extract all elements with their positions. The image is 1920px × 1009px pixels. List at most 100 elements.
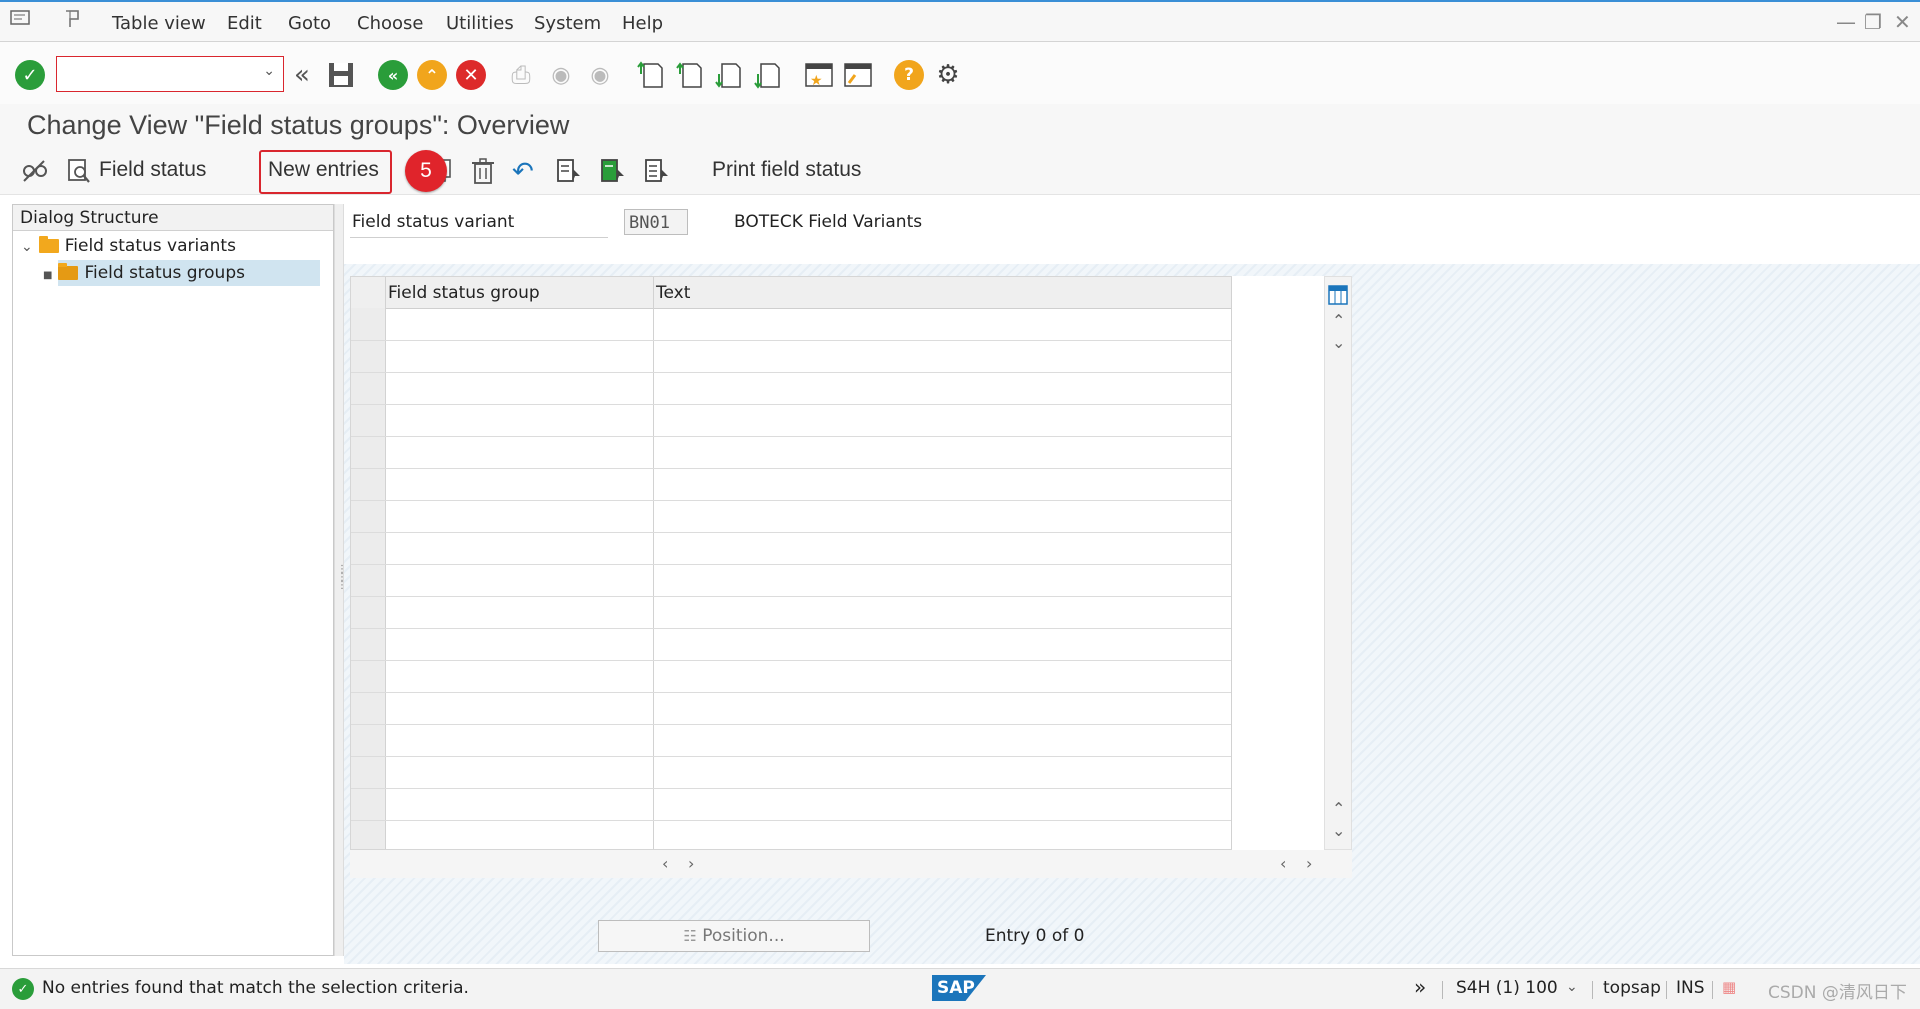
- expand-status-icon[interactable]: »: [1414, 975, 1426, 999]
- tree-item-label: Field status variants: [64, 236, 236, 256]
- menu-system[interactable]: System: [534, 13, 601, 34]
- table-row[interactable]: [351, 788, 1231, 789]
- table-row[interactable]: [351, 500, 1231, 501]
- table-row[interactable]: [351, 820, 1231, 821]
- table-vertical-scrollbar[interactable]: ⌃ ⌄ ⌃ ⌄: [1324, 276, 1352, 850]
- column-header-field-status-group[interactable]: Field status group: [388, 283, 540, 303]
- field-status-groups-table: Field status group Text: [350, 276, 1232, 850]
- separator: [1666, 981, 1667, 999]
- content-header-band: [344, 196, 1920, 264]
- scroll-up-bottom-icon[interactable]: ⌃: [1332, 799, 1345, 818]
- save-icon[interactable]: [326, 60, 356, 90]
- previous-page-icon[interactable]: [675, 60, 705, 90]
- row-selector-column[interactable]: [351, 308, 385, 849]
- display-change-icon[interactable]: [20, 157, 48, 190]
- chevron-down-icon[interactable]: ⌄: [263, 63, 275, 79]
- table-row[interactable]: [351, 564, 1231, 565]
- table-row[interactable]: [351, 372, 1231, 373]
- minimize-icon[interactable]: —: [1836, 10, 1856, 34]
- tree-item-field-status-groups[interactable]: ■ Field status groups: [43, 260, 333, 286]
- back-icon[interactable]: «: [378, 60, 408, 90]
- chevron-down-icon[interactable]: ⌄: [21, 239, 33, 255]
- server-name: topsap: [1603, 978, 1661, 998]
- close-window-icon[interactable]: ✕: [1894, 10, 1911, 34]
- table-row[interactable]: [351, 724, 1231, 725]
- cancel-icon[interactable]: ✕: [456, 60, 486, 90]
- scroll-down-bottom-icon[interactable]: ⌄: [1332, 821, 1345, 840]
- chevron-down-icon[interactable]: ⌄: [1566, 979, 1578, 995]
- back-double-icon[interactable]: «: [287, 60, 317, 90]
- new-session-icon[interactable]: ★: [804, 60, 834, 90]
- tree-item-field-status-variants[interactable]: ⌄ Field status variants: [21, 233, 331, 259]
- exit-icon[interactable]: ⌃: [417, 60, 447, 90]
- find-next-icon: ◉: [590, 62, 610, 88]
- entry-count: Entry 0 of 0: [985, 926, 1085, 946]
- table-row[interactable]: [351, 660, 1231, 661]
- position-button[interactable]: ☷ Position...: [598, 920, 870, 952]
- folder-icon: [58, 263, 79, 280]
- enter-icon[interactable]: ✓: [15, 60, 45, 90]
- table-row[interactable]: [351, 692, 1231, 693]
- menu-edit[interactable]: Edit: [227, 13, 262, 34]
- menu-choose[interactable]: Choose: [357, 13, 423, 34]
- print-icon: ⎙: [511, 61, 531, 89]
- table-row[interactable]: [351, 596, 1231, 597]
- menu-icon[interactable]: [10, 8, 32, 33]
- scroll-left-icon[interactable]: ‹: [662, 854, 668, 873]
- table-row[interactable]: [351, 468, 1231, 469]
- tree-item-label: Field status groups: [84, 263, 245, 283]
- table-header: Field status group Text: [351, 277, 1231, 309]
- select-all-icon[interactable]: [556, 157, 582, 190]
- table-row[interactable]: [351, 756, 1231, 757]
- delete-icon[interactable]: [470, 157, 496, 190]
- scroll-left-icon-2[interactable]: ‹: [1280, 854, 1286, 873]
- help-icon[interactable]: ?: [894, 60, 924, 90]
- print-field-status-button[interactable]: Print field status: [712, 158, 861, 182]
- scroll-up-icon[interactable]: ⌃: [1332, 311, 1345, 330]
- panel-splitter[interactable]: ⋮ ⋮ ⋮: [334, 204, 347, 956]
- table-row[interactable]: [351, 404, 1231, 405]
- next-page-icon[interactable]: [714, 60, 744, 90]
- insert-mode: INS: [1676, 978, 1705, 998]
- shortcut-icon[interactable]: [843, 60, 873, 90]
- undo-icon[interactable]: ↶: [512, 157, 534, 187]
- select-block-icon[interactable]: [600, 157, 626, 190]
- menu-goto[interactable]: Goto: [288, 13, 331, 34]
- scroll-down-icon[interactable]: ⌄: [1332, 333, 1345, 352]
- field-status-icon[interactable]: [66, 157, 92, 190]
- field-status-button[interactable]: Field status: [99, 158, 206, 182]
- position-label: Position...: [702, 926, 785, 946]
- first-page-icon[interactable]: [636, 60, 666, 90]
- restore-icon[interactable]: ❐: [1864, 10, 1882, 34]
- column-header-text[interactable]: Text: [656, 283, 690, 303]
- table-row[interactable]: [351, 628, 1231, 629]
- table-row[interactable]: [351, 340, 1231, 341]
- customize-icon[interactable]: ⚙: [933, 60, 963, 90]
- menu-bar: Table view Edit Goto Choose Utilities Sy…: [0, 0, 1920, 42]
- sap-logo: SAP: [932, 975, 986, 1001]
- menu-table-view[interactable]: Table view: [112, 13, 206, 34]
- column-separator: [653, 277, 654, 849]
- svg-text:★: ★: [810, 73, 823, 89]
- column-separator: [385, 277, 386, 849]
- table-row[interactable]: [351, 436, 1231, 437]
- separator: [1712, 981, 1713, 999]
- table-row[interactable]: [351, 532, 1231, 533]
- command-field[interactable]: ⌄: [56, 56, 284, 92]
- selected-node: Field status groups: [58, 260, 321, 286]
- scroll-right-icon[interactable]: ›: [688, 854, 694, 873]
- field-status-variant-text: BOTECK Field Variants: [734, 212, 923, 232]
- deselect-all-icon[interactable]: [644, 157, 670, 190]
- table-settings-icon[interactable]: [1328, 285, 1348, 310]
- last-page-icon[interactable]: [753, 60, 783, 90]
- standard-toolbar: ✓ ⌄ « « ⌃ ✕ ⎙ ◉ ◉ ★ ? ⚙: [0, 42, 1920, 105]
- label-underline: [350, 237, 608, 238]
- menu-help[interactable]: Help: [622, 13, 663, 34]
- favorites-icon[interactable]: [62, 9, 84, 34]
- field-status-variant-field: BN01: [624, 209, 688, 235]
- title-bar: Change View "Field status groups": Overv…: [0, 104, 1920, 149]
- scroll-right-icon-2[interactable]: ›: [1306, 854, 1312, 873]
- menu-utilities[interactable]: Utilities: [446, 13, 514, 34]
- dialog-structure-header: Dialog Structure: [13, 205, 333, 231]
- status-message: No entries found that match the selectio…: [42, 978, 469, 998]
